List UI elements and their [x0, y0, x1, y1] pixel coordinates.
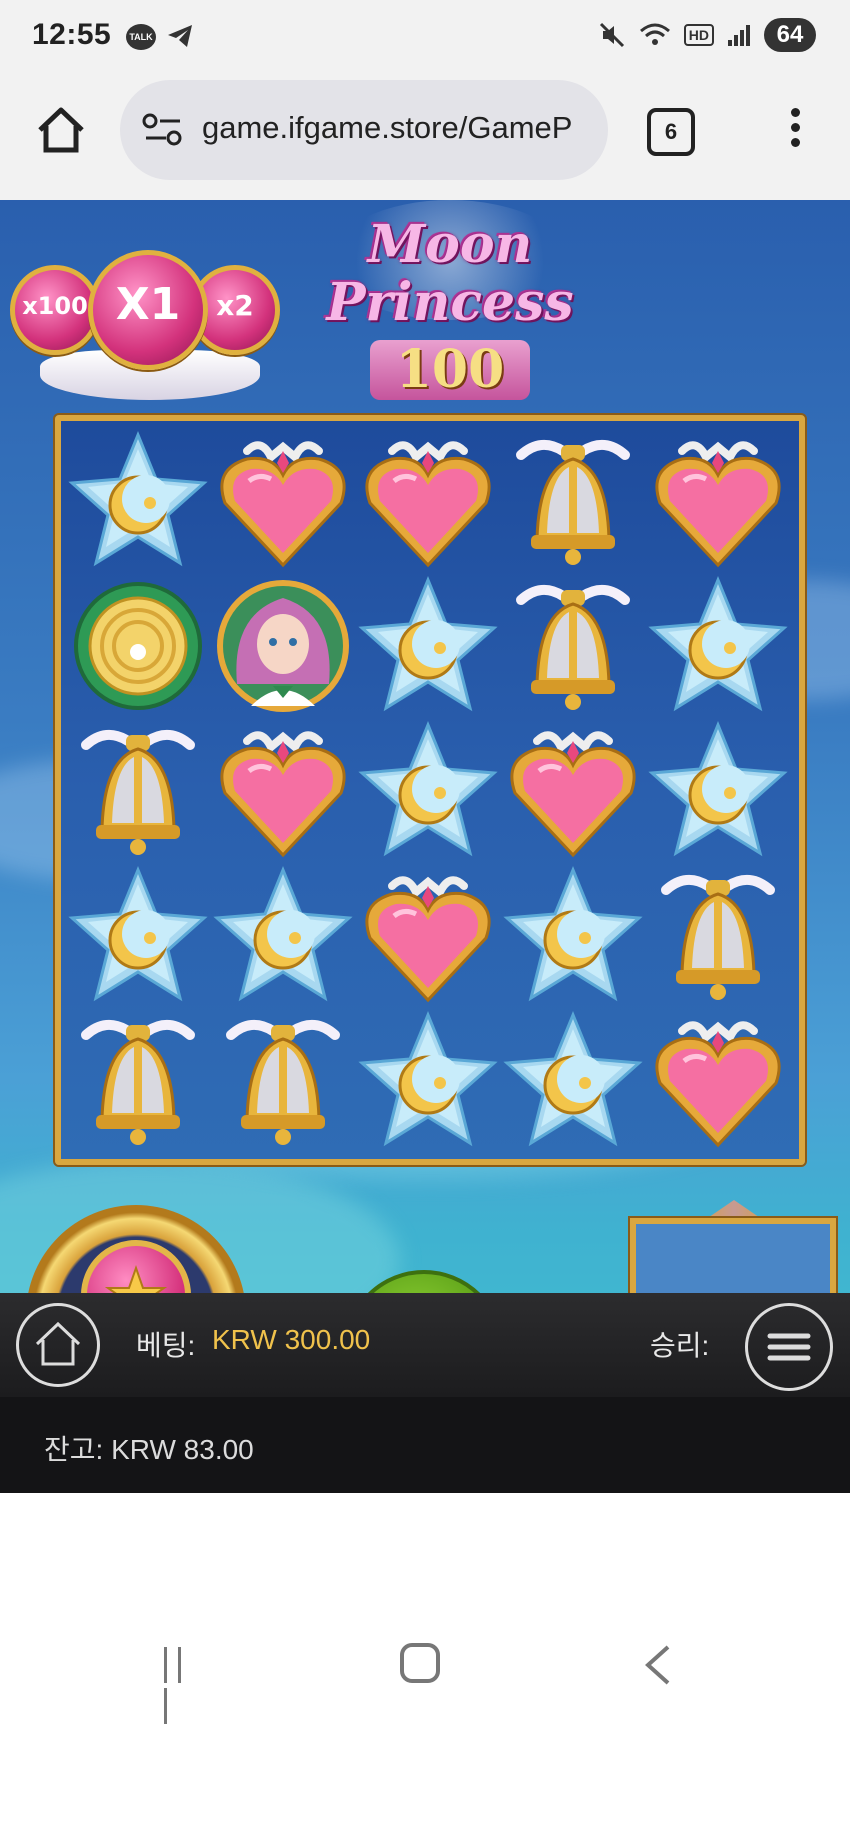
mute-icon	[599, 22, 624, 48]
star-symbol	[66, 864, 210, 1008]
bell-symbol	[211, 1009, 355, 1153]
star-symbol	[356, 574, 500, 718]
star-symbol	[646, 574, 790, 718]
tabs-icon[interactable]: 6	[647, 108, 695, 156]
hd-icon: HD	[683, 24, 714, 46]
battery-indicator: 64	[764, 18, 816, 52]
princess-symbol	[211, 574, 355, 718]
system-nav-bar	[0, 1493, 850, 1823]
heart-symbol	[356, 429, 500, 573]
star-symbol	[501, 864, 645, 1008]
heart-symbol	[646, 429, 790, 573]
green-emblem-symbol	[66, 574, 210, 718]
bell-symbol	[66, 719, 210, 863]
bell-symbol	[66, 1009, 210, 1153]
talk-icon: TALK	[126, 24, 156, 50]
status-time: 12:55	[32, 18, 112, 51]
star-symbol	[211, 864, 355, 1008]
bell-symbol	[501, 429, 645, 573]
multiplier-left: x100	[10, 265, 100, 355]
bet-bar	[0, 1293, 850, 1397]
heart-symbol	[356, 864, 500, 1008]
address-bar[interactable]: game.ifgame.store/GameP	[120, 80, 608, 180]
more-menu-icon[interactable]	[780, 104, 810, 154]
multiplier-center: X1	[88, 250, 208, 370]
balance-text: 잔고: KRW 83.00	[44, 1434, 254, 1465]
star-symbol	[356, 719, 500, 863]
signal-icon	[728, 25, 750, 46]
star-symbol	[66, 429, 210, 573]
back-icon[interactable]	[640, 1643, 676, 1687]
bet-label: 베팅:	[136, 1330, 196, 1361]
status-bar: 12:55 TALK HD 64	[0, 0, 850, 76]
heart-symbol	[211, 719, 355, 863]
multiplier-display: x100 x2 X1	[10, 250, 280, 410]
bell-symbol	[646, 864, 790, 1008]
heart-symbol	[501, 719, 645, 863]
telegram-icon	[168, 25, 192, 47]
url-text[interactable]: game.ifgame.store/GameP	[202, 110, 598, 146]
home-icon[interactable]	[36, 106, 86, 154]
browser-toolbar: game.ifgame.store/GameP 6	[0, 76, 850, 200]
heart-symbol	[211, 429, 355, 573]
nav-home-icon[interactable]	[400, 1643, 440, 1683]
logo-line2: Princess	[326, 272, 574, 333]
game-home-icon[interactable]	[16, 1303, 100, 1387]
game-menu-icon[interactable]	[745, 1303, 833, 1391]
recents-icon[interactable]	[164, 1647, 204, 1724]
logo-line1: Moon	[367, 214, 533, 275]
game-logo: Moon Princess 100	[290, 200, 610, 410]
win-label: 승리:	[650, 1330, 710, 1361]
bell-symbol	[501, 574, 645, 718]
star-symbol	[356, 1009, 500, 1153]
site-settings-icon[interactable]	[142, 112, 184, 148]
star-symbol	[646, 719, 790, 863]
star-symbol	[501, 1009, 645, 1153]
heart-symbol	[646, 1009, 790, 1153]
logo-badge: 100	[370, 340, 530, 400]
reel-grid	[55, 415, 805, 1165]
bet-value[interactable]: KRW 300.00	[212, 1324, 370, 1356]
wifi-icon	[639, 23, 670, 45]
